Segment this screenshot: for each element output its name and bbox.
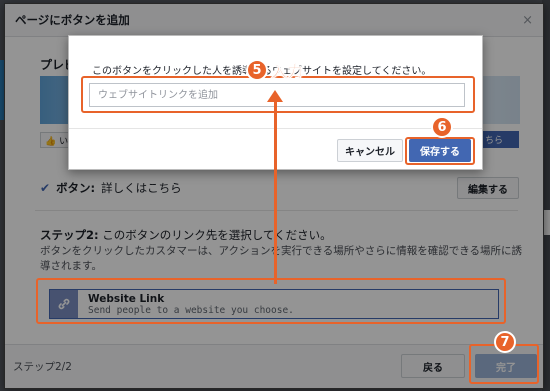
step5-callout: 5 入力	[246, 58, 303, 82]
step6-badge: 6	[431, 116, 453, 138]
arrow-head	[267, 90, 283, 102]
highlight-save	[405, 137, 475, 165]
cancel-button[interactable]: キャンセル	[337, 139, 403, 162]
step5-text: 入力	[271, 62, 304, 82]
arrow-line	[274, 98, 277, 284]
step5-badge: 5	[246, 59, 268, 81]
step7-badge: 7	[494, 331, 516, 353]
highlight-option	[36, 278, 506, 324]
